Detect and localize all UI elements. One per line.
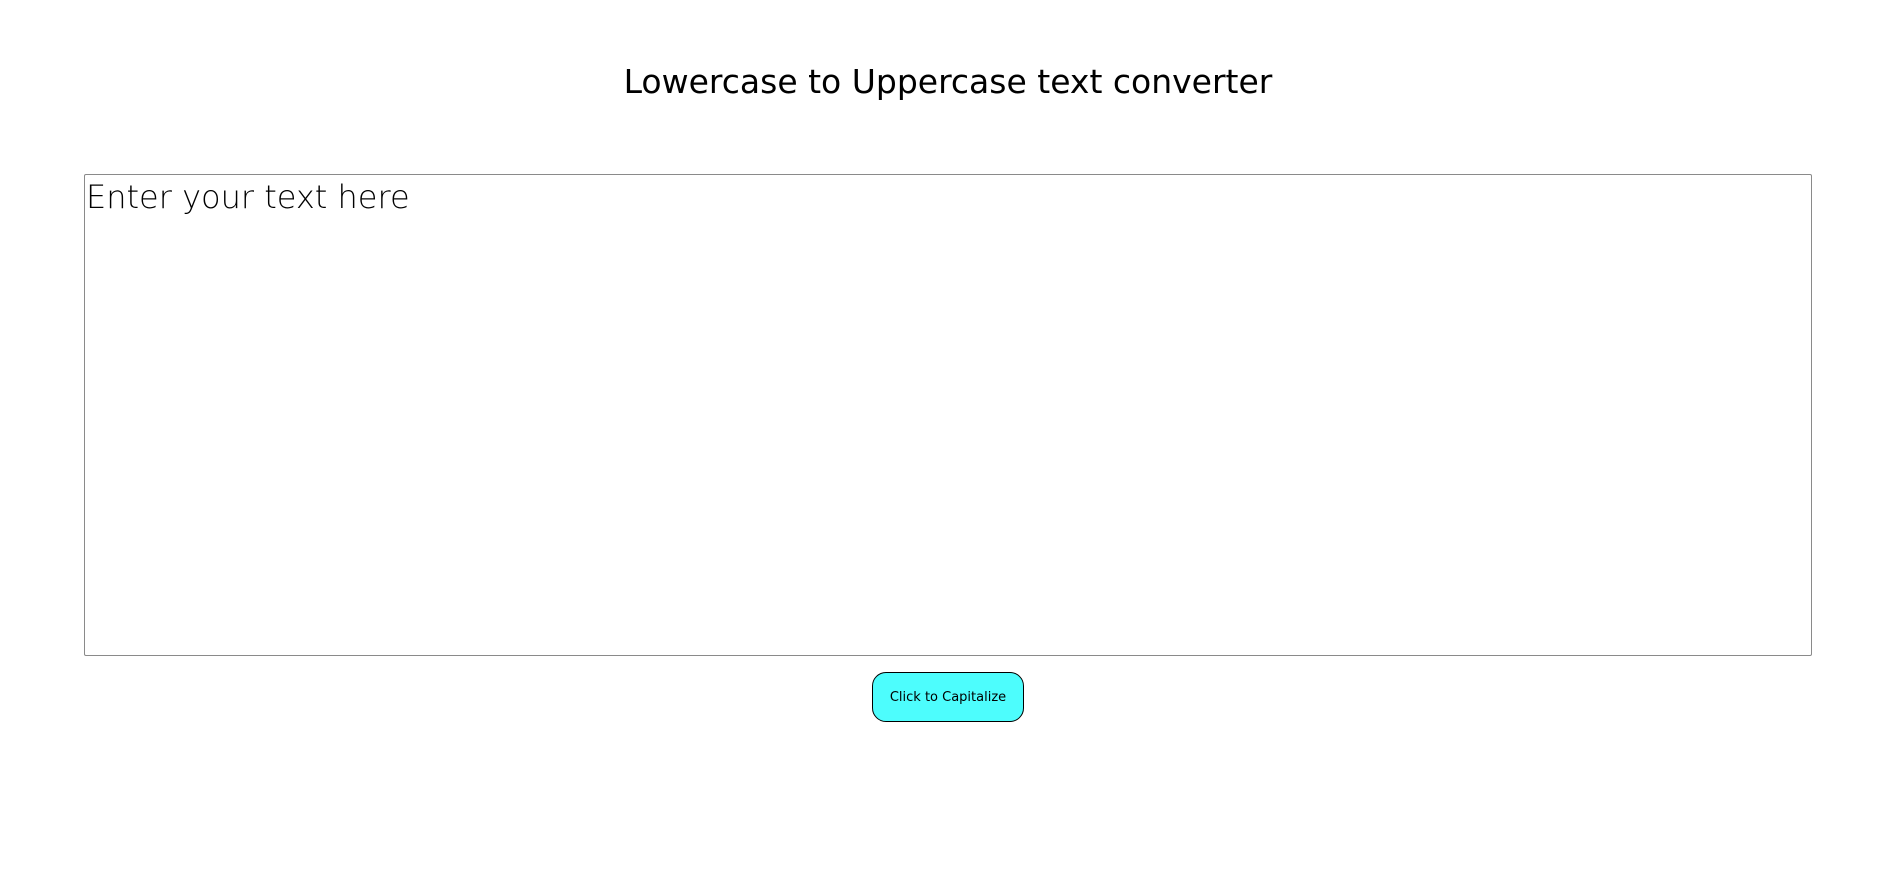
capitalize-button[interactable]: Click to Capitalize (872, 672, 1024, 722)
converter-page: Lowercase to Uppercase text converter Cl… (0, 0, 1889, 871)
text-input[interactable] (84, 174, 1812, 656)
page-title: Lowercase to Uppercase text converter (623, 62, 1273, 101)
